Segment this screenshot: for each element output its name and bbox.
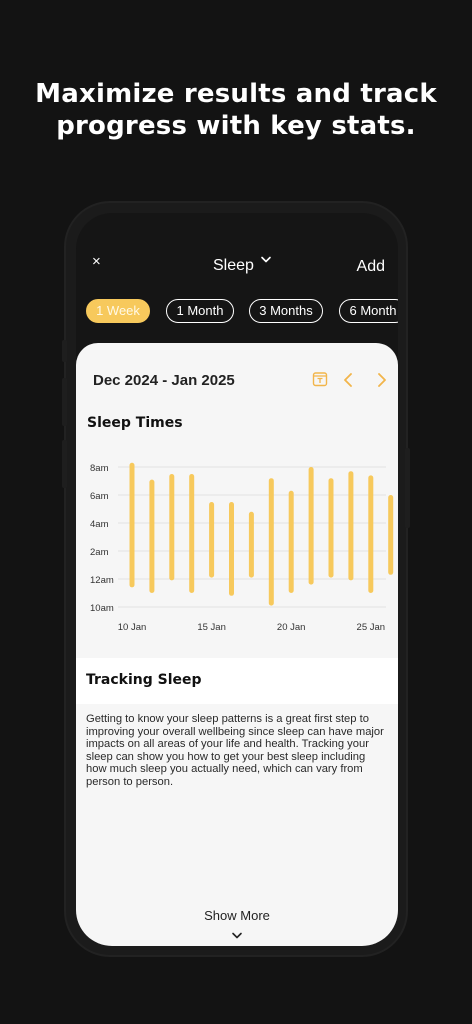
phone-side-button	[405, 448, 410, 528]
y-tick-label: 10am	[90, 603, 114, 614]
tab-1-month[interactable]: 1 Month	[166, 299, 234, 323]
sleep-bar[interactable]	[388, 495, 394, 575]
metric-title[interactable]: Sleep	[213, 257, 254, 275]
sleep-bar[interactable]	[169, 474, 175, 581]
sleep-bar[interactable]	[189, 474, 195, 593]
top-bar: × Sleep Add	[76, 213, 398, 293]
tracking-description: Getting to know your sleep patterns is a…	[86, 713, 384, 788]
x-tick-label: 25 Jan	[357, 622, 386, 633]
sleep-bar[interactable]	[209, 502, 215, 578]
sleep-bar[interactable]	[348, 471, 354, 581]
x-tick-label: 10 Jan	[118, 622, 147, 633]
calendar-icon[interactable]	[312, 371, 328, 387]
sleep-bar[interactable]	[368, 475, 374, 593]
chevron-right-icon[interactable]	[376, 372, 388, 388]
sleep-bar[interactable]	[149, 479, 155, 593]
tab-1-week[interactable]: 1 Week	[86, 299, 150, 323]
close-icon[interactable]: ×	[92, 253, 101, 270]
tracking-title: Tracking Sleep	[86, 672, 202, 688]
y-tick-label: 4am	[90, 519, 109, 530]
sleep-bar[interactable]	[229, 502, 234, 596]
sleep-bar[interactable]	[129, 462, 135, 588]
tab-3-months[interactable]: 3 Months	[249, 299, 323, 323]
sleep-bar[interactable]	[288, 490, 294, 593]
sleep-times-chart: 8am 6am 4am 2am 12am 10am 10 Jan 15 Jan 20 Jan 25…	[90, 462, 394, 633]
phone-side-button	[62, 440, 67, 488]
show-more-button[interactable]: Show More	[76, 908, 398, 923]
sleep-bar[interactable]	[308, 467, 314, 585]
phone-side-button	[62, 378, 67, 426]
chevron-down-icon[interactable]	[231, 932, 243, 940]
phone-side-button	[62, 340, 67, 362]
headline: Maximize results and track progress with…	[35, 79, 437, 141]
sleep-bar[interactable]	[248, 511, 254, 578]
sleep-bar[interactable]	[268, 478, 274, 606]
stats-card: Dec 2024 - Jan 2025 Sleep Times 8am 6am 4a…	[76, 343, 398, 946]
date-range: Dec 2024 - Jan 2025	[93, 372, 235, 389]
chart-title: Sleep Times	[87, 415, 183, 431]
y-tick-label: 2am	[90, 547, 109, 558]
y-tick-label: 12am	[90, 575, 114, 586]
x-tick-label: 20 Jan	[277, 622, 306, 633]
tab-6-months[interactable]: 6 Month	[339, 299, 398, 323]
chevron-down-icon[interactable]	[260, 256, 272, 264]
y-tick-label: 8am	[90, 463, 109, 474]
y-tick-label: 6am	[90, 491, 109, 502]
x-tick-label: 15 Jan	[197, 622, 226, 633]
chevron-left-icon[interactable]	[342, 372, 354, 388]
add-button[interactable]: Add	[357, 258, 385, 276]
app-screen: × Sleep Add 1 Week 1 Month 3 Months 6 Mo…	[76, 213, 398, 946]
sleep-bar[interactable]	[328, 478, 334, 578]
